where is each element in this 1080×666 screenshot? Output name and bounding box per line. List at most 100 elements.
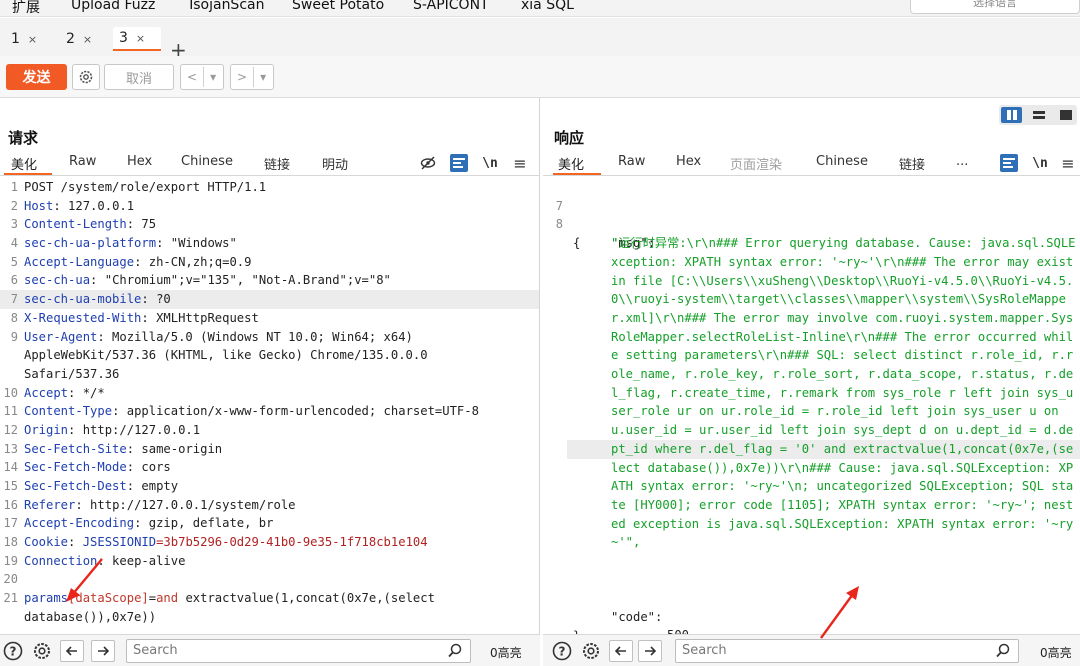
line-text: X-Requested-With: XMLHttpRequest (24, 309, 259, 328)
gear-icon (79, 70, 93, 84)
add-tab-button[interactable]: + (170, 40, 187, 60)
line-number: 12 (3, 422, 18, 437)
search-input[interactable]: Search (126, 639, 471, 663)
line-text: Sec-Fetch-Site: same-origin (24, 440, 222, 459)
menu-item-upload-fuzz[interactable]: Upload Fuzz (71, 0, 155, 13)
line-text: sec-ch-ua: "Chromium";v="135", "Not-A.Br… (24, 271, 391, 290)
subtab-more[interactable]: ... (956, 154, 968, 169)
code-line: AppleWebKit/537.36 (KHTML, like Gecko) C… (0, 346, 539, 365)
help-icon[interactable]: ? (551, 640, 573, 662)
code-line: 8 { (543, 197, 1080, 250)
next-match-button[interactable] (91, 640, 115, 662)
header-value: POST /system/role/export HTTP/1.1 (24, 180, 267, 194)
newline-icon[interactable]: \n (481, 154, 499, 172)
line-text: sec-ch-ua-mobile: ?0 (24, 290, 171, 309)
code-line: 14 Sec-Fetch-Mode: cors (0, 458, 539, 477)
forward-nav-group[interactable]: > ▾ (230, 64, 274, 90)
send-button[interactable]: 发送 (6, 64, 67, 90)
subtab-chinese[interactable]: Chinese (181, 154, 233, 169)
header-name: Sec-Fetch-Site (24, 441, 127, 456)
layout-single-button[interactable] (1056, 107, 1077, 123)
line-number: 16 (3, 497, 18, 512)
menu-item-tsojanscan[interactable]: TsojanScan (187, 0, 264, 13)
chevron-down-icon[interactable]: ▾ (204, 70, 222, 84)
menu-bar: 扩展 Upload Fuzz TsojanScan Sweet Potato S… (0, 0, 1080, 17)
layout-split-button[interactable] (1001, 107, 1023, 123)
menu-item-s-apicont[interactable]: S-APICONT (413, 0, 489, 13)
header-name: X-Requested-With (24, 310, 142, 325)
menu-icon[interactable]: ≡ (511, 154, 529, 173)
line-number: 2 (10, 198, 18, 213)
close-icon[interactable]: × (28, 33, 37, 46)
header-value: "Chromium";v="135", "Not-A.Brand";v="8" (97, 273, 391, 288)
subtab-chinese[interactable]: Chinese (816, 154, 868, 169)
prev-match-button[interactable] (60, 640, 84, 662)
header-value: keep-alive (104, 553, 186, 568)
subtab-raw[interactable]: Raw (618, 154, 645, 169)
subtab-render[interactable]: 页面渲染 (730, 154, 782, 173)
response-editor[interactable]: 7 8 { "msg": "运行时异常:\r\n### Error queryi… (543, 178, 1080, 634)
tab-3[interactable]: 3 × (113, 27, 161, 51)
search-input[interactable]: Search (675, 639, 1019, 663)
help-icon[interactable]: ? (2, 640, 24, 662)
line-number: 3 (10, 217, 18, 232)
subtab-mingdong[interactable]: 明动 (322, 154, 348, 173)
next-match-button[interactable] (638, 640, 662, 662)
back-icon[interactable]: < (181, 70, 203, 84)
subtab-hex[interactable]: Hex (676, 154, 701, 169)
subtab-links[interactable]: 链接 (264, 154, 290, 173)
code-line: 10 Accept: */* (0, 384, 539, 403)
line-number: 19 (3, 553, 18, 568)
header-colon: : (75, 497, 83, 512)
code-line: 9 User-Agent: Mozilla/5.0 (Windows NT 10.… (0, 328, 539, 347)
layout-stacked-button[interactable] (1028, 107, 1049, 123)
newline-icon[interactable]: \n (1031, 154, 1049, 172)
subtab-pretty[interactable]: 美化 (558, 154, 584, 173)
prev-match-button[interactable] (609, 640, 633, 662)
gear-icon[interactable] (580, 640, 602, 662)
back-nav-group[interactable]: < ▾ (180, 64, 224, 90)
layout-switcher (999, 105, 1077, 125)
code-line: 20 (0, 570, 539, 589)
request-editor[interactable]: 1 POST /system/role/export HTTP/1.1 2 Host:… (0, 178, 539, 627)
header-name: Accept-Language (24, 254, 135, 269)
menu-item-extensions[interactable]: 扩展 (12, 0, 40, 16)
language-select[interactable]: 选择语言 (910, 0, 1080, 14)
gear-icon[interactable] (31, 640, 53, 662)
header-value: Mozilla/5.0 (Windows NT 10.0; Win64; x64… (104, 329, 413, 344)
settings-button[interactable] (72, 64, 100, 90)
header-colon: : (97, 553, 105, 568)
line-text: Accept-Encoding: gzip, deflate, br (24, 514, 273, 533)
line-number: 4 (10, 236, 18, 251)
code-line: 11 Content-Type: application/x-www-form-u… (0, 402, 539, 421)
json-value-msg: "运行时异常:\r\n### Error querying database. … (611, 236, 1076, 550)
close-icon[interactable]: × (83, 33, 92, 46)
hide-icon[interactable] (419, 154, 437, 172)
format-icon[interactable] (450, 154, 468, 172)
chevron-down-icon[interactable]: ▾ (254, 70, 272, 84)
subtab-hex[interactable]: Hex (127, 154, 152, 169)
menu-item-xia-sql[interactable]: xia SQL (521, 0, 574, 13)
line-number: 11 (3, 404, 18, 419)
line-text: AppleWebKit/537.36 (KHTML, like Gecko) C… (24, 346, 428, 365)
format-icon[interactable] (1000, 154, 1018, 172)
subtab-pretty[interactable]: 美化 (11, 154, 37, 173)
repeater-tab-strip: 1 × 2 × 3 × + (0, 18, 1080, 60)
cancel-button[interactable]: 取消 (104, 64, 174, 90)
tab-1[interactable]: 1 × (5, 27, 45, 51)
header-value: zh-CN,zh;q=0.9 (141, 254, 252, 269)
tab-label: 1 (11, 31, 20, 47)
line-number: 14 (3, 460, 18, 475)
close-icon[interactable]: × (136, 32, 145, 45)
tab-2[interactable]: 2 × (60, 27, 100, 51)
header-value: ?0 (148, 292, 171, 307)
menu-icon[interactable]: ≡ (1059, 154, 1077, 173)
header-name: sec-ch-ua (24, 273, 91, 288)
subtab-raw[interactable]: Raw (69, 154, 96, 169)
menu-item-sweet-potato[interactable]: Sweet Potato (292, 0, 384, 13)
header-name: Accept-Encoding (24, 516, 135, 531)
subtab-links[interactable]: 链接 (899, 154, 925, 173)
response-subtabs: 美化 Raw Hex 页面渲染 Chinese 链接 ... \n ≡ (543, 150, 1080, 176)
forward-icon[interactable]: > (231, 70, 253, 84)
body-keyword: and (156, 591, 179, 606)
